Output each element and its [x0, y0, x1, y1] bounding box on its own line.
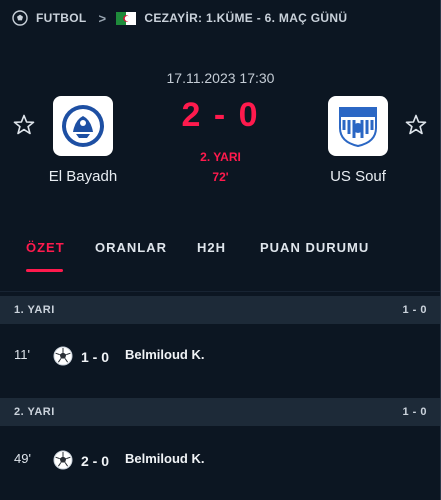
breadcrumb-separator: > [98, 10, 107, 26]
match-datetime: 17.11.2023 17:30 [166, 70, 275, 86]
event-minute: 49' [14, 451, 31, 466]
tab-h2h[interactable]: H2H [197, 240, 226, 255]
second-half-label: 2. YARI [14, 406, 55, 418]
breadcrumb: FUTBOL > CEZAYİR: 1.KÜME - 6. MAÇ GÜNÜ [0, 0, 441, 36]
match-tabs: ÖZET ORANLAR H2H PUAN DURUMU [0, 226, 441, 274]
breadcrumb-league-link[interactable]: CEZAYİR: 1.KÜME - 6. MAÇ GÜNÜ [144, 11, 347, 25]
second-half-header: 2. YARI 1 - 0 [0, 398, 441, 426]
first-half-label: 1. YARI [14, 304, 55, 316]
tabs-divider [0, 291, 441, 292]
first-half-header: 1. YARI 1 - 0 [0, 296, 441, 324]
tab-puan-durumu[interactable]: PUAN DURUMU [260, 240, 369, 255]
breadcrumb-sport-link[interactable]: FUTBOL [36, 11, 86, 25]
event-score: 2 - 0 [80, 453, 109, 469]
soccer-ball-icon [53, 346, 73, 366]
tab-oranlar[interactable]: ORANLAR [95, 240, 167, 255]
algeria-flag-icon [116, 11, 137, 25]
event-player-link[interactable]: Belmiloud K. [125, 347, 204, 362]
us-souf-crest-icon [328, 96, 388, 156]
soccer-ball-icon [53, 450, 73, 470]
event-row-goal-1[interactable]: 11' 1 - 0 Belmiloud K. [0, 332, 441, 382]
soccer-ball-icon [12, 10, 28, 26]
event-minute: 11' [14, 347, 30, 362]
away-team[interactable]: US Souf [298, 96, 418, 185]
away-team-name: US Souf [330, 168, 386, 185]
tab-ozet[interactable]: ÖZET [26, 240, 65, 255]
event-player-link[interactable]: Belmiloud K. [125, 451, 204, 466]
active-tab-indicator [26, 269, 63, 272]
favorite-away-star-icon[interactable] [404, 113, 428, 137]
first-half-score: 1 - 0 [402, 304, 427, 316]
second-half-score: 1 - 0 [402, 406, 427, 418]
event-score: 1 - 0 [80, 349, 109, 365]
event-row-goal-2[interactable]: 49' 2 - 0 Belmiloud K. [0, 436, 441, 486]
